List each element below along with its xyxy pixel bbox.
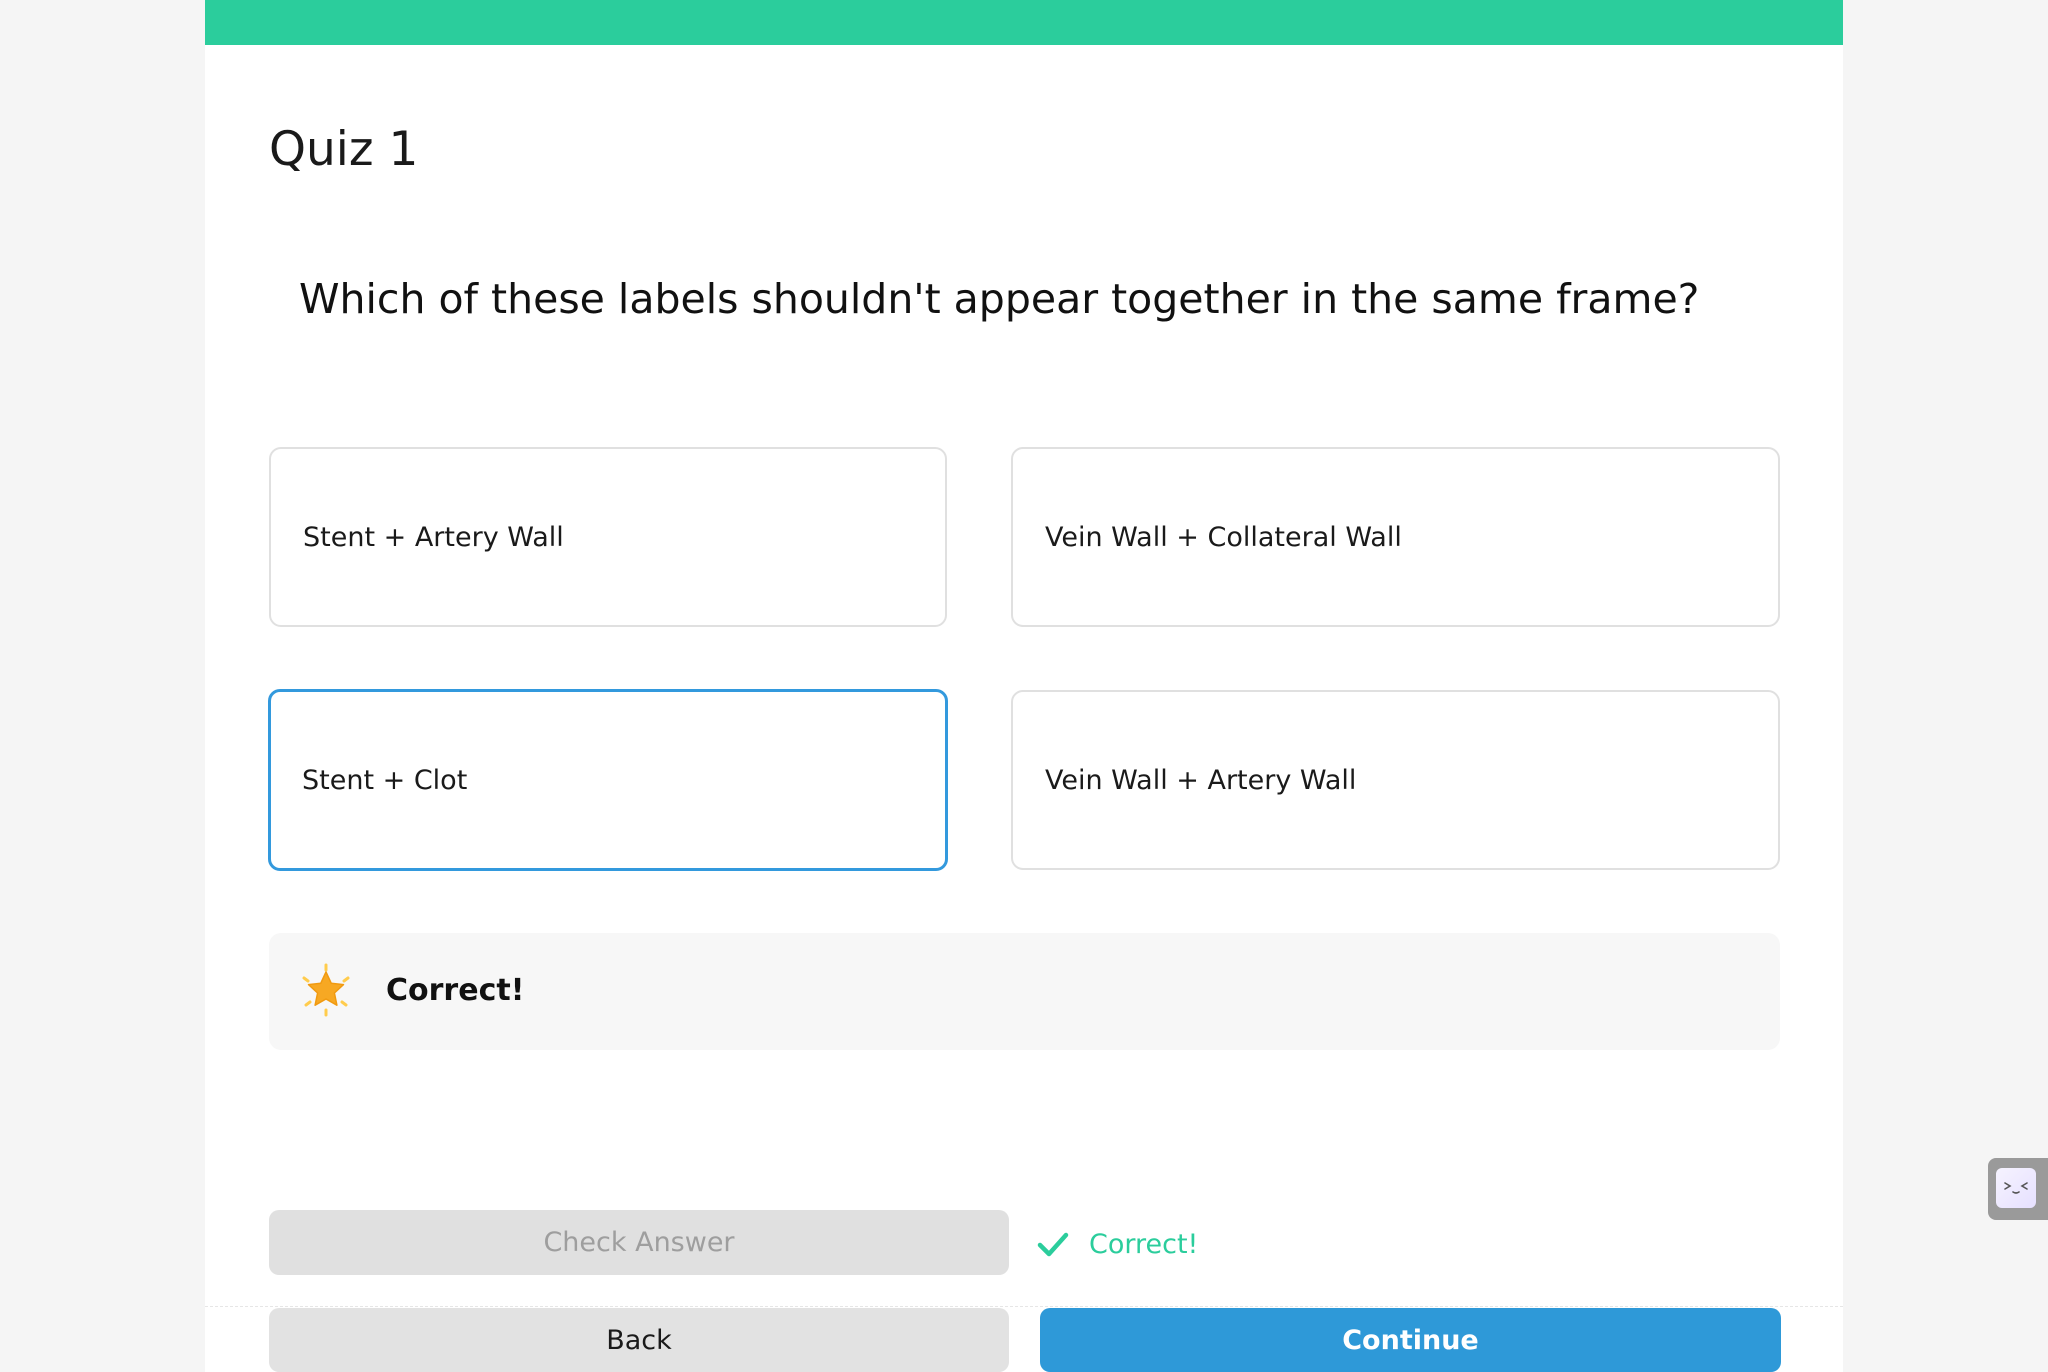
answer-option-label: Stent + Artery Wall <box>303 521 564 553</box>
answer-status: Correct! <box>1037 1222 1198 1266</box>
quiz-title: Quiz 1 <box>269 122 419 177</box>
answer-option[interactable]: Stent + Artery Wall <box>269 447 947 627</box>
divider <box>205 1306 1843 1307</box>
continue-button[interactable]: Continue <box>1040 1308 1781 1372</box>
checkmark-icon <box>1037 1232 1069 1257</box>
answer-option-label: Vein Wall + Artery Wall <box>1045 764 1357 796</box>
assistant-icon <box>1996 1168 2036 1208</box>
star-icon <box>302 963 350 1017</box>
progress-bar <box>205 0 1843 45</box>
feedback-panel: Correct! <box>269 933 1780 1050</box>
answer-option-label: Stent + Clot <box>302 764 468 796</box>
answer-status-text: Correct! <box>1089 1228 1199 1260</box>
answer-option[interactable]: Vein Wall + Artery Wall <box>1011 690 1780 870</box>
feedback-text: Correct! <box>386 973 525 1008</box>
answer-option-label: Vein Wall + Collateral Wall <box>1045 521 1402 553</box>
back-button[interactable]: Back <box>269 1308 1009 1372</box>
check-answer-button[interactable]: Check Answer <box>269 1210 1009 1275</box>
question-text: Which of these labels shouldn't appear t… <box>299 275 1700 323</box>
answer-option-selected[interactable]: Stent + Clot <box>268 689 948 871</box>
assistant-widget-button[interactable] <box>1988 1158 2048 1220</box>
quiz-page: Quiz 1 Which of these labels shouldn't a… <box>205 0 1843 1372</box>
answer-option[interactable]: Vein Wall + Collateral Wall <box>1011 447 1780 627</box>
